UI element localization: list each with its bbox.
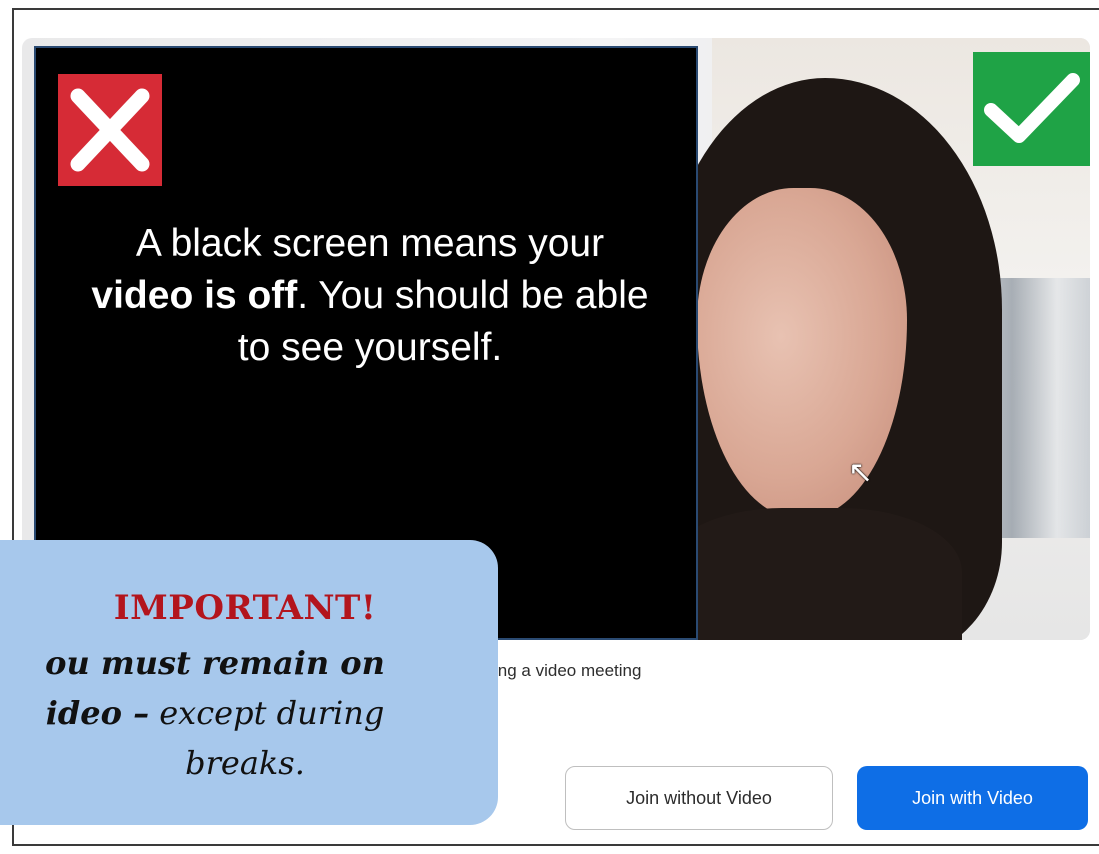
important-line-2-bold: ideo –	[45, 694, 150, 732]
important-title: IMPORTANT!	[113, 588, 377, 628]
important-line-1: ou must remain on	[45, 644, 385, 682]
message-text-1: A black screen means your	[135, 222, 605, 265]
important-line-2: ideo – except during	[0, 694, 470, 732]
join-with-video-button[interactable]: Join with Video	[857, 766, 1088, 830]
person-shoulder	[662, 508, 962, 640]
x-mark-icon	[58, 74, 162, 186]
message-bold-1: video is off	[91, 274, 298, 317]
join-without-video-button[interactable]: Join without Video	[565, 766, 833, 830]
slide: ↖ A black screen means your video is off…	[0, 0, 1099, 854]
important-line-2-rest: except during	[149, 694, 385, 732]
mouse-pointer-icon: ↖	[848, 455, 874, 490]
meeting-caption: ing a video meeting	[494, 661, 642, 680]
check-mark-icon	[973, 52, 1090, 166]
black-screen-message: A black screen means your video is off. …	[90, 218, 650, 374]
message-text-2: . You should be able to see yourself.	[237, 274, 649, 369]
important-line-3: breaks.	[185, 744, 305, 782]
important-callout: IMPORTANT! ou must remain on ideo – exce…	[0, 540, 498, 825]
